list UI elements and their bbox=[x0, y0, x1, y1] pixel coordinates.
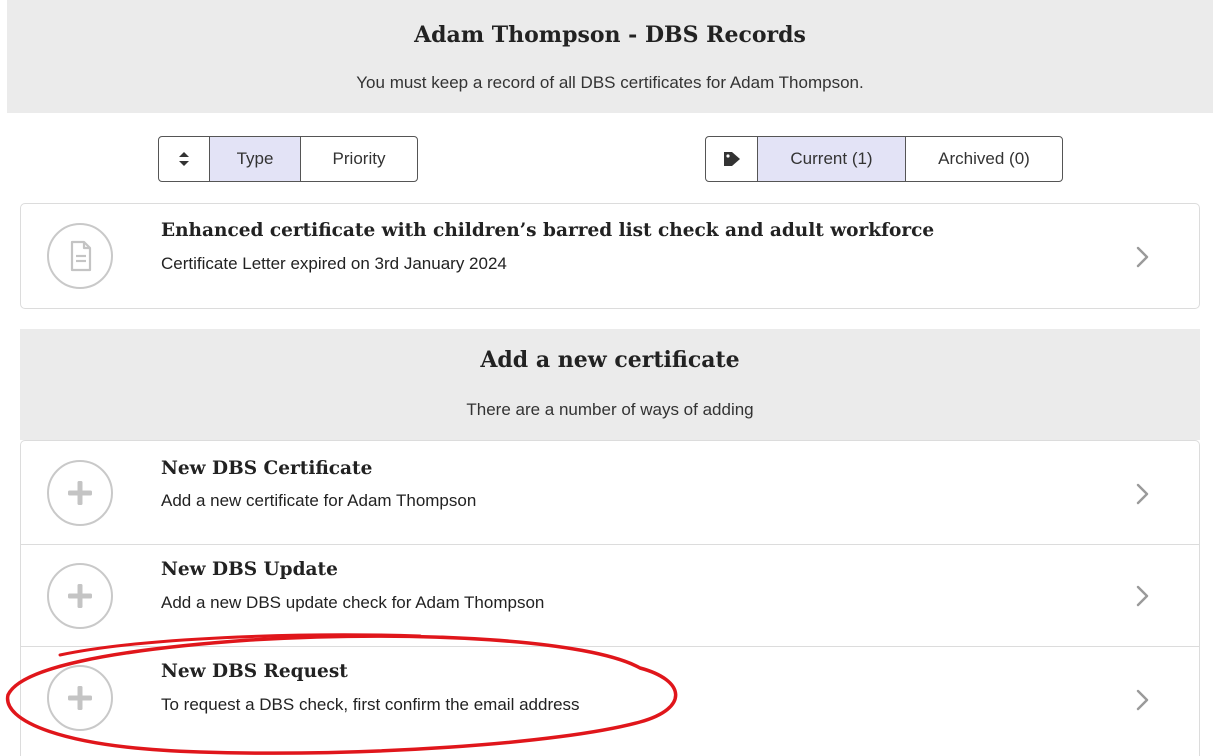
page-title: Adam Thompson - DBS Records bbox=[414, 22, 806, 48]
add-option-description: Add a new DBS update check for Adam Thom… bbox=[161, 593, 545, 612]
add-option-title: New DBS Update bbox=[161, 559, 338, 580]
document-icon-circle bbox=[47, 223, 113, 289]
plus-icon bbox=[68, 481, 92, 505]
sort-option-type[interactable]: Type bbox=[209, 137, 300, 181]
status-tab-current[interactable]: Current (1) bbox=[757, 137, 905, 181]
plus-icon-circle bbox=[47, 563, 113, 629]
certificate-list: Enhanced certificate with children’s bar… bbox=[20, 203, 1200, 309]
add-option-description: Add a new certificate for Adam Thompson bbox=[161, 491, 477, 510]
document-icon bbox=[70, 240, 92, 272]
dbs-records-page: Adam Thompson - DBS Records You must kee… bbox=[0, 0, 1213, 756]
page-subtitle: You must keep a record of all DBS certif… bbox=[356, 73, 864, 92]
certificate-status: Certificate Letter expired on 3rd Januar… bbox=[161, 254, 507, 273]
plus-icon bbox=[68, 584, 92, 608]
status-tag-button[interactable] bbox=[706, 137, 757, 181]
chevron-right-icon bbox=[1136, 483, 1149, 505]
sort-toggle-button[interactable] bbox=[159, 137, 209, 181]
add-option-title: New DBS Certificate bbox=[161, 458, 373, 479]
certificate-title: Enhanced certificate with children’s bar… bbox=[161, 220, 935, 241]
sort-icon bbox=[179, 152, 189, 166]
add-option-description: To request a DBS check, first confirm th… bbox=[161, 695, 580, 714]
status-segmented-control: Current (1) Archived (0) bbox=[705, 136, 1063, 182]
chevron-right-icon bbox=[1136, 585, 1149, 607]
plus-icon bbox=[68, 686, 92, 710]
add-option-new-update[interactable]: New DBS Update Add a new DBS update chec… bbox=[21, 545, 1199, 646]
add-options-list: New DBS Certificate Add a new certificat… bbox=[20, 440, 1200, 756]
plus-icon-circle bbox=[47, 665, 113, 731]
add-option-new-certificate[interactable]: New DBS Certificate Add a new certificat… bbox=[21, 441, 1199, 544]
tag-icon bbox=[723, 152, 740, 166]
chevron-right-icon bbox=[1136, 689, 1149, 711]
add-certificate-header: Add a new certificate There are a number… bbox=[20, 329, 1200, 440]
sort-segmented-control: Type Priority bbox=[158, 136, 418, 182]
page-header: Adam Thompson - DBS Records You must kee… bbox=[7, 0, 1213, 113]
sort-option-priority[interactable]: Priority bbox=[300, 137, 417, 181]
add-certificate-title: Add a new certificate bbox=[480, 347, 740, 373]
add-option-new-request[interactable]: New DBS Request To request a DBS check, … bbox=[21, 647, 1199, 756]
add-certificate-subtitle: There are a number of ways of adding bbox=[466, 400, 754, 419]
certificate-row[interactable]: Enhanced certificate with children’s bar… bbox=[21, 204, 1199, 308]
plus-icon-circle bbox=[47, 460, 113, 526]
status-tab-archived[interactable]: Archived (0) bbox=[905, 137, 1062, 181]
add-option-title: New DBS Request bbox=[161, 661, 348, 682]
chevron-right-icon bbox=[1136, 246, 1149, 268]
